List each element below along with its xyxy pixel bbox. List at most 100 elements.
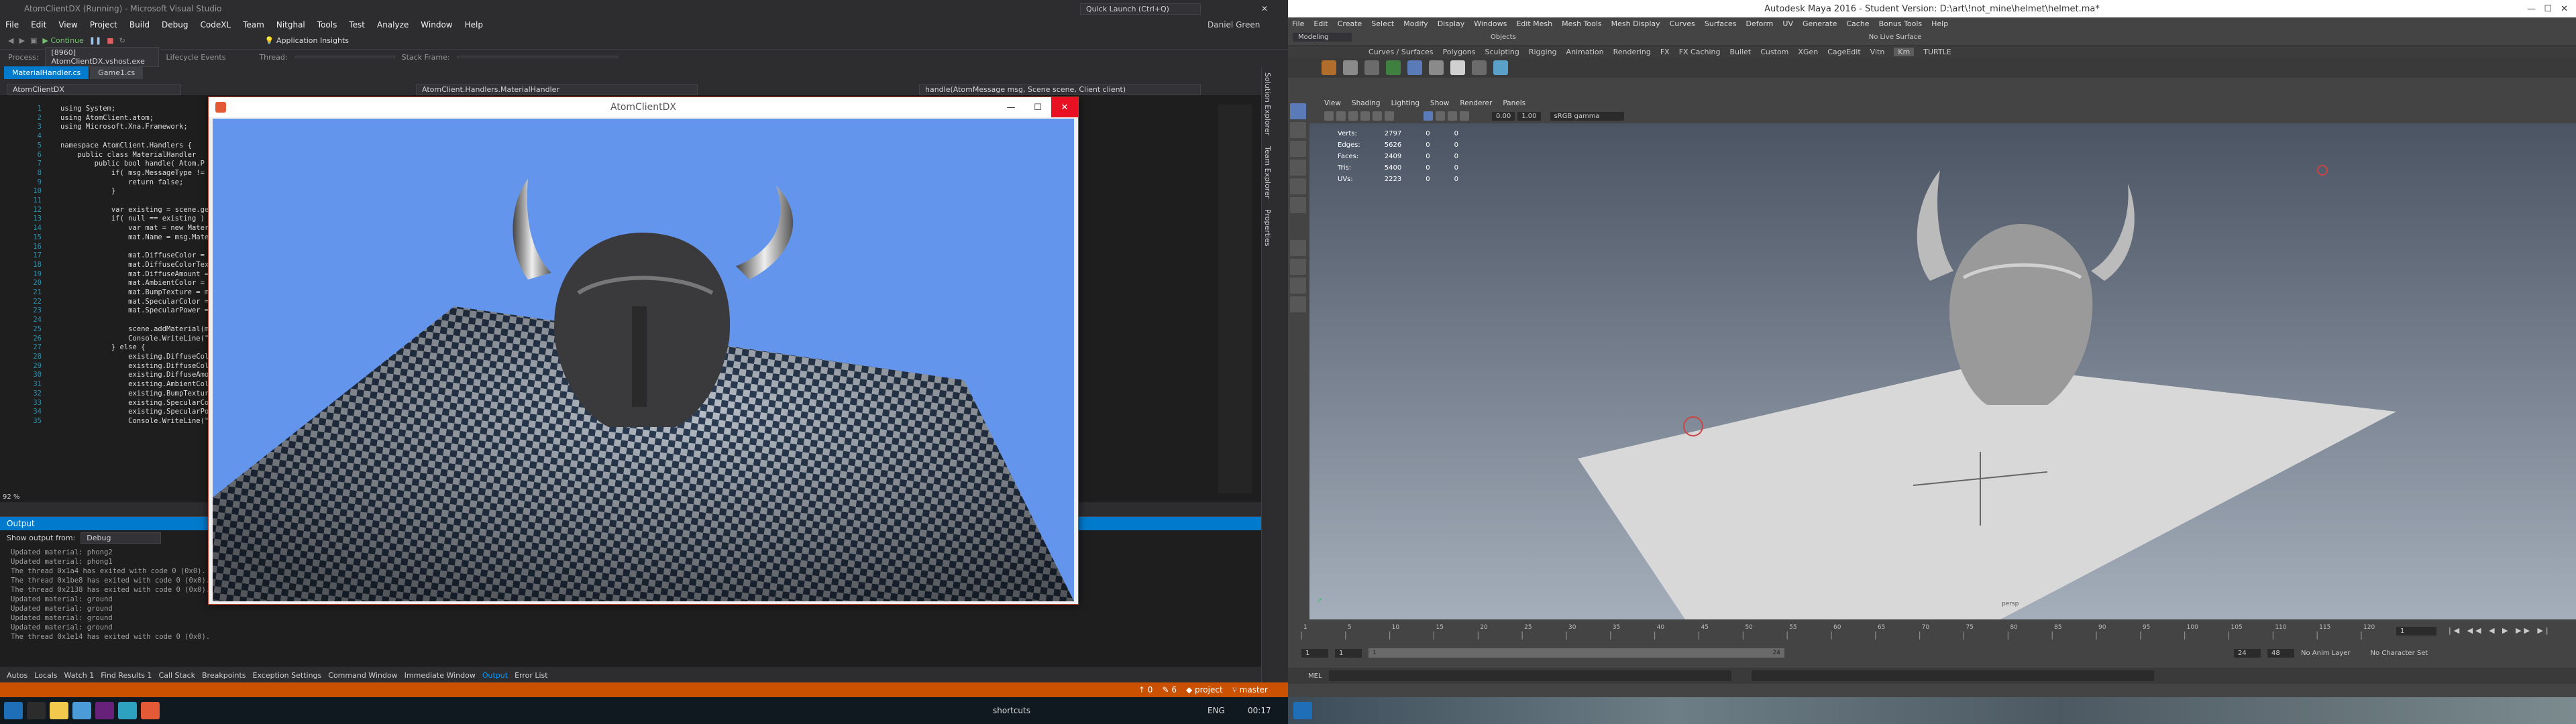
menu-build[interactable]: Build [129, 20, 150, 29]
tab-command-window[interactable]: Command Window [328, 671, 397, 680]
code-line[interactable]: using System; [60, 105, 226, 114]
tab-exception-settings[interactable]: Exception Settings [253, 671, 322, 680]
code-line[interactable]: namespace AtomClient.Handlers { [60, 141, 226, 151]
near-clip-field[interactable]: 0.00 [1492, 111, 1515, 121]
menu-debug[interactable]: Debug [162, 20, 188, 29]
code-line[interactable]: Console.WriteLine("Adde [60, 335, 225, 344]
shelf-tab-cageedit[interactable]: CageEdit [1827, 48, 1860, 56]
range-bar[interactable]: 1 24 [1368, 648, 1784, 658]
maya-minimize-button[interactable]: — [2527, 4, 2536, 14]
maya-menu-create[interactable]: Create [1338, 19, 1362, 28]
character-set-select[interactable]: No Character Set [2371, 650, 2428, 657]
maya-menu-uv[interactable]: UV [1782, 19, 1793, 28]
code-line[interactable]: public bool handle( Atom.P [60, 160, 226, 169]
menu-team[interactable]: Team [243, 20, 264, 29]
render-viewport[interactable] [213, 119, 1074, 601]
live-surface-label[interactable]: No Live Surface [1869, 34, 1921, 41]
maya-taskbar-icon[interactable] [1293, 702, 1312, 719]
shelf-tab-bullet[interactable]: Bullet [1730, 48, 1752, 56]
panel-menu-view[interactable]: View [1324, 99, 1341, 107]
tab-output[interactable]: Output [482, 671, 508, 680]
code-line[interactable]: mat.SpecularColor = new [60, 298, 225, 307]
maximize-button[interactable]: ☐ [1024, 97, 1051, 117]
panel-tool-icon[interactable] [1348, 111, 1358, 121]
menu-codexl[interactable]: CodeXL [200, 20, 231, 29]
color-space-select[interactable]: sRGB gamma [1550, 111, 1624, 121]
code-line[interactable]: Console.WriteLine("Upd [60, 417, 226, 426]
code-line[interactable]: mat.AmbientColor = new [60, 279, 226, 288]
app-insights-button[interactable]: 💡 Application Insights [265, 36, 349, 45]
light-locator-icon[interactable] [2317, 165, 2328, 176]
shelf-tab-fx-caching[interactable]: FX Caching [1679, 48, 1721, 56]
process-select[interactable]: [8960] AtomClientDX.vshost.exe [45, 47, 160, 67]
branch-name[interactable]: ⑂ master [1232, 685, 1268, 695]
maya-menu-surfaces[interactable]: Surfaces [1705, 19, 1737, 28]
shelf-tool-icon[interactable] [1364, 60, 1379, 75]
shelf-tool-icon[interactable] [1450, 60, 1465, 75]
shelf-tab-turtle[interactable]: TURTLE [1923, 48, 1951, 56]
shelf-tool-icon[interactable] [1472, 60, 1487, 75]
stack-frame-select[interactable] [456, 56, 618, 58]
back-icon[interactable]: ◀ [8, 36, 13, 45]
maya-menu-edit-mesh[interactable]: Edit Mesh [1516, 19, 1552, 28]
close-button[interactable]: ✕ [1051, 97, 1078, 117]
shelf-tab-custom[interactable]: Custom [1760, 48, 1788, 56]
nav-scope-select[interactable]: AtomClientDX [7, 83, 181, 95]
shelf-tab-vitn[interactable]: Vitn [1870, 48, 1885, 56]
menu-view[interactable]: View [58, 20, 77, 29]
menu-nitghal[interactable]: Nitghal [276, 20, 305, 29]
maya-maximize-button[interactable]: ☐ [2544, 4, 2552, 14]
paint-select-icon[interactable] [1290, 141, 1306, 157]
menu-tools[interactable]: Tools [317, 20, 337, 29]
maya-menu-edit[interactable]: Edit [1313, 19, 1328, 28]
user-name[interactable]: Daniel Green [1208, 20, 1260, 29]
code-line[interactable]: public class MaterialHandler [60, 151, 226, 160]
helmet-mesh[interactable] [1949, 224, 2093, 405]
shelf-tab-fx[interactable]: FX [1660, 48, 1670, 56]
maya-menu-file[interactable]: File [1292, 19, 1304, 28]
panel-menu-lighting[interactable]: Lighting [1391, 99, 1419, 107]
select-tool-icon[interactable] [1290, 103, 1306, 119]
shelf-tool-icon[interactable] [1407, 60, 1422, 75]
rotate-tool-icon[interactable] [1290, 178, 1306, 194]
tab-watch1[interactable]: Watch 1 [64, 671, 95, 680]
code-line[interactable]: existing.DiffuseAmount [60, 371, 226, 380]
shelf-tool-icon[interactable] [1493, 60, 1508, 75]
code-text[interactable]: using System; using AtomClient.atom; using… [60, 105, 226, 426]
menu-edit[interactable]: Edit [31, 20, 46, 29]
restart-icon[interactable]: ↻ [119, 36, 125, 45]
shelf-tab-rigging[interactable]: Rigging [1529, 48, 1557, 56]
pending-up-count[interactable]: ↑ 0 [1138, 685, 1153, 695]
code-line[interactable]: if( null == existing ) { [60, 215, 226, 224]
start-frame-field[interactable]: 1 [1301, 648, 1328, 658]
panel-tool-icon[interactable] [1385, 111, 1394, 121]
shortcuts-label[interactable]: shortcuts [993, 706, 1030, 715]
far-clip-field[interactable]: 1.00 [1517, 111, 1541, 121]
move-tool-icon[interactable] [1290, 160, 1306, 176]
minimize-button[interactable]: — [998, 97, 1024, 117]
tab-call-stack[interactable]: Call Stack [159, 671, 195, 680]
continue-button[interactable]: ▶ Continue [42, 36, 83, 45]
shelf-tab-sculpting[interactable]: Sculpting [1485, 48, 1519, 56]
code-line[interactable]: using Microsoft.Xna.Framework; [60, 123, 226, 132]
start-icon[interactable] [4, 702, 23, 719]
tab-game1[interactable]: Game1.cs [90, 66, 144, 79]
shelf-tab-polygons[interactable]: Polygons [1443, 48, 1476, 56]
explorer-icon[interactable] [50, 702, 68, 719]
browser-icon[interactable] [72, 702, 91, 719]
maya-menu-windows[interactable]: Windows [1474, 19, 1507, 28]
shelf-tab-km[interactable]: Km [1894, 47, 1915, 56]
wireframe-icon[interactable] [1424, 111, 1433, 121]
menu-window[interactable]: Window [421, 20, 452, 29]
code-line[interactable] [60, 196, 226, 206]
maya-menu-help[interactable]: Help [1931, 19, 1948, 28]
tab-find-results[interactable]: Find Results 1 [101, 671, 152, 680]
time-slider[interactable]: 1 5 10 15 20 25 30 35 40 45 50 55 60 65 70 75 80 85 90 95 10… [1288, 619, 2576, 645]
code-line[interactable]: var mat = new Material [60, 224, 226, 233]
menu-file[interactable]: File [5, 20, 19, 29]
quick-launch-input[interactable]: Quick Launch (Ctrl+Q) [1080, 3, 1201, 15]
selection-mask-select[interactable]: Objects [1491, 34, 1516, 41]
clock[interactable]: 00:17 [1248, 706, 1271, 715]
code-minimap[interactable] [1218, 105, 1252, 493]
lifecycle-events[interactable]: Lifecycle Events [166, 53, 225, 62]
